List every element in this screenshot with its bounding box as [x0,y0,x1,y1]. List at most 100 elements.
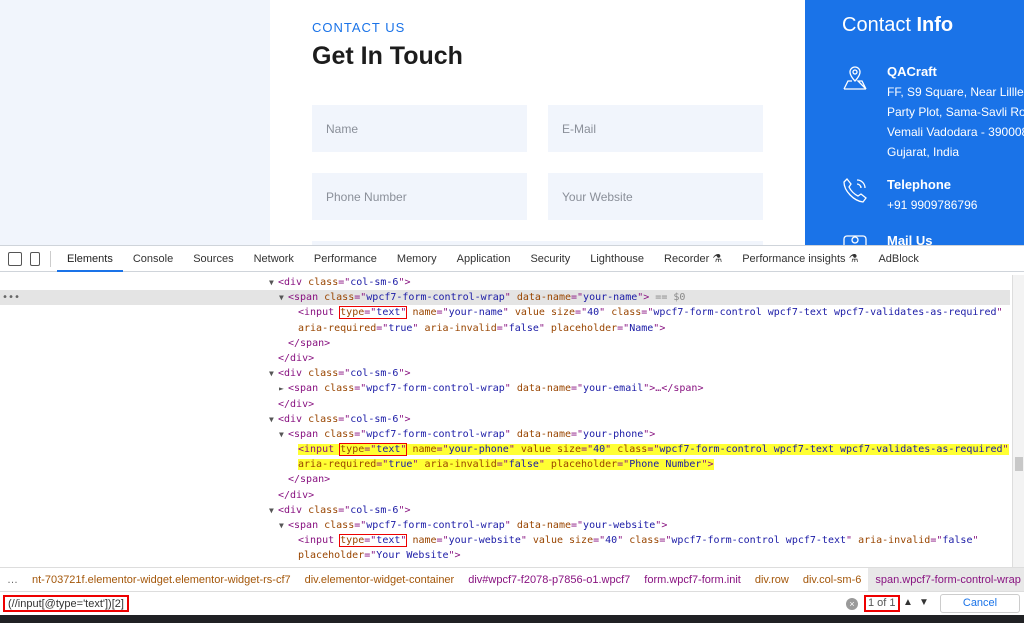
match-highlight-box: type="text" [339,534,408,548]
contact-form-section: CONTACT US Get In Touch Name E-Mail Phon… [270,0,805,245]
dom-node-line[interactable]: ▼ <span class="wpcf7-form-control-wrap" d… [0,518,1010,533]
mail-block: Mail Us [887,233,933,245]
code-token: placeholder [550,459,618,471]
device-toolbar-icon[interactable] [30,251,40,266]
email-field[interactable]: E-Mail [548,105,763,152]
tab-adblock[interactable]: AdBlock [868,246,928,272]
dom-node-line[interactable]: <input type="text" name="your-phone" val… [0,442,1010,457]
code-token: =" [930,535,943,547]
tab-network[interactable]: Network [244,246,304,272]
dom-node-line[interactable]: </div> [0,351,1010,366]
clear-search-icon[interactable]: × [846,598,858,610]
code-token: Name [629,322,654,334]
webpage: CONTACT US Get In Touch Name E-Mail Phon… [0,0,1024,245]
dom-node-line[interactable]: ▼ <span class="wpcf7-form-control-wrap" d… [0,427,1010,442]
dom-node-line[interactable]: ▼ <div class="col-sm-6"> [0,275,1010,290]
breadcrumb-item[interactable]: span.wpcf7-form-control-wrap [868,568,1024,591]
dom-node-line[interactable]: ▼ <div class="col-sm-6"> [0,366,1010,381]
code-token: =" [581,444,594,456]
dom-node-line[interactable]: ► <span class="wpcf7-form-control-wrap" d… [0,381,1010,396]
collapsed-triangle-icon[interactable]: ► [279,381,288,396]
dom-node-line[interactable]: placeholder="Your Website"> [0,548,1010,563]
tab-recorder[interactable]: Recorder ⚗ [654,246,732,272]
dom-node-line[interactable]: ▼ <div class="col-sm-6"> [0,503,1010,518]
breadcrumb-overflow[interactable]: … [0,574,25,586]
expand-triangle-icon[interactable]: ▼ [279,518,288,533]
more-options-icon[interactable]: ••• [2,290,20,305]
search-input[interactable]: (//input[@type='text'])[2] [3,595,129,612]
tab-console[interactable]: Console [123,246,183,272]
name-field[interactable]: Name [312,105,527,152]
code-token: " [504,520,517,531]
tab-security[interactable]: Security [520,246,580,272]
dom-node-line[interactable]: aria-required="true" aria-invalid="false… [0,457,1010,472]
expand-triangle-icon[interactable]: ▼ [269,366,278,381]
chevron-up-icon[interactable]: ▲ [903,597,913,608]
breadcrumb-item[interactable]: div.elementor-widget-container [298,574,462,586]
devtools-tabbar: Elements Console Sources Network Performance… [0,246,1024,272]
tab-application[interactable]: Application [447,246,521,272]
breadcrumb-item[interactable]: div.row [748,574,796,586]
elements-tree[interactable]: ▼ <div class="col-sm-6"> ••• ▼ <span class="… [0,275,1010,567]
tab-performance[interactable]: Performance [304,246,387,272]
expand-triangle-icon[interactable]: ▼ [269,503,278,518]
code-token: aria-required [298,459,377,471]
website-field[interactable]: Your Website [548,173,763,220]
code-token: class [617,444,648,456]
tab-elements[interactable]: Elements [57,246,123,272]
tab-performance-insights[interactable]: Performance insights ⚗ [732,246,868,272]
expand-triangle-icon[interactable]: ▼ [269,275,278,290]
dom-node-line[interactable]: </span> [0,472,1010,487]
code-token: "> [398,504,411,516]
code-token: your-website [448,535,521,547]
code-token: =" [338,504,351,516]
code-token: your-website [583,520,656,531]
dom-node-line[interactable]: aria-required="true" aria-invalid="false… [0,321,1010,336]
code-token: =" [659,535,672,547]
vertical-scrollbar[interactable] [1012,275,1024,567]
breadcrumb-item[interactable]: form.wpcf7-form.init [637,574,748,586]
code-token: =" [496,459,509,471]
telephone-link[interactable]: +91 9909786796 [887,195,977,215]
breadcrumb-item[interactable]: div.col-sm-6 [796,574,868,586]
dom-node-line[interactable]: </div> [0,397,1010,412]
scrollbar-thumb[interactable] [1015,457,1023,471]
inspect-element-icon[interactable] [8,251,22,266]
code-token: " [846,535,859,547]
expand-triangle-icon[interactable]: ▼ [279,290,288,305]
tab-lighthouse[interactable]: Lighthouse [580,246,654,272]
phone-field[interactable]: Phone Number [312,173,527,220]
code-token: " [538,322,551,334]
breadcrumb-item[interactable]: nt-703721f.elementor-widget.elementor-wi… [25,574,298,586]
expand-triangle-icon[interactable]: ▼ [279,427,288,442]
devtools-panel: Elements Console Sources Network Performance… [0,245,1024,623]
expand-triangle-icon[interactable]: ▼ [269,412,278,427]
dom-node-line[interactable]: <input type="text" name="your-name" valu… [0,305,1010,320]
code-token: =" [617,322,630,334]
tab-memory[interactable]: Memory [387,246,447,272]
code-token: " [605,444,618,456]
chevron-down-icon[interactable]: ▼ [919,597,929,608]
cancel-button[interactable]: Cancel [940,594,1020,613]
code-token: class [611,307,642,319]
code-token: =" [496,322,509,334]
dom-node-line[interactable]: ••• ▼ <span class="wpcf7-form-control-wrap… [0,290,1010,306]
code-token: wpcf7-form-control-wrap [366,428,505,440]
code-token: true [388,322,413,334]
dom-node-line[interactable]: ▼ <div class="col-sm-6"> [0,412,1010,427]
code-token: class [324,383,355,395]
code-token: " [412,322,425,334]
code-token: =" [571,428,584,440]
dom-node-line[interactable]: </span> [0,336,1010,351]
breadcrumb-item[interactable]: div#wpcf7-f2078-p7856-o1.wpcf7 [461,574,637,586]
map-location-icon [843,66,867,90]
dom-node-line[interactable]: </div> [0,488,1010,503]
tab-sources[interactable]: Sources [183,246,243,272]
code-token: " [508,444,521,456]
code-token: 40 [593,444,606,456]
code-token: =" [364,550,377,562]
dom-node-line[interactable]: <input type="text" name="your-website" v… [0,533,1010,548]
code-token: wpcf7-form-control-wrap [366,383,505,395]
code-token: value size [520,444,582,456]
code-token: " [1002,444,1009,456]
